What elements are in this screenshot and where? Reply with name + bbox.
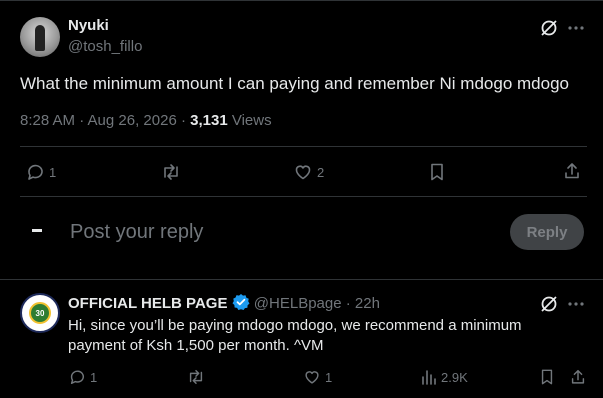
reply-icon	[68, 368, 86, 386]
views-icon	[421, 368, 437, 386]
reply-bookmark-action[interactable]	[539, 368, 555, 386]
author-avatar[interactable]	[20, 17, 60, 57]
reply-grok-icon[interactable]	[539, 294, 559, 314]
reply-author-name[interactable]: OFFICIAL HELB PAGE	[68, 295, 227, 312]
divider-meta	[20, 146, 587, 147]
like-count: 2	[317, 164, 325, 180]
reply-share-action[interactable]	[569, 368, 587, 386]
composer-avatar: ▬	[32, 224, 42, 235]
repost-action[interactable]	[160, 162, 182, 182]
reply-views-count: 2.9K	[441, 369, 468, 385]
reply-button[interactable]: Reply	[510, 214, 584, 250]
verified-badge-icon	[232, 293, 250, 311]
tweet-meta: 8:28 AM · Aug 26, 2026 · 3,131 Views	[20, 112, 272, 129]
views-label: Views	[227, 112, 272, 129]
reply-reply-count: 1	[90, 369, 98, 385]
like-icon	[293, 162, 313, 182]
share-icon	[562, 161, 582, 181]
reply-like-action[interactable]: 1	[303, 368, 332, 386]
reply-count: 1	[49, 164, 57, 180]
reply-header: OFFICIAL HELB PAGE @HELBpage · 22h	[68, 293, 380, 312]
helb-avatar[interactable]: 30	[20, 293, 60, 333]
top-divider	[0, 0, 603, 1]
bookmark-icon	[539, 368, 555, 386]
like-action[interactable]: 2	[293, 162, 324, 182]
divider-actions	[20, 196, 587, 197]
grok-icon[interactable]	[539, 18, 559, 38]
author-name[interactable]: Nyuki	[68, 17, 109, 34]
share-action[interactable]	[562, 161, 582, 181]
views-count: 3,131	[190, 112, 228, 129]
helb-logo-number: 30	[29, 302, 51, 324]
repost-icon	[160, 162, 182, 182]
bookmark-action[interactable]	[428, 162, 446, 182]
reply-input[interactable]: Post your reply	[70, 221, 203, 244]
reply-reply-action[interactable]: 1	[68, 368, 97, 386]
reply-like-count: 1	[325, 369, 333, 385]
tweet-text: What the minimum amount I can paying and…	[20, 74, 569, 93]
author-handle[interactable]: @tosh_fillo	[68, 38, 142, 55]
share-icon	[569, 368, 587, 386]
reply-author-handle[interactable]: @HELBpage	[254, 295, 342, 312]
reply-repost-action[interactable]	[186, 368, 206, 386]
reply-text: Hi, since you’ll be paying mdogo mdogo, …	[68, 317, 522, 354]
reply-more-icon[interactable]	[568, 302, 584, 306]
like-icon	[303, 368, 321, 386]
reply-icon	[25, 162, 45, 182]
reply-time[interactable]: · 22h	[346, 295, 380, 312]
bookmark-icon	[428, 162, 446, 182]
reply-views-action[interactable]: 2.9K	[421, 368, 468, 386]
reply-action[interactable]: 1	[25, 162, 56, 182]
divider-composer	[0, 279, 603, 280]
repost-icon	[186, 368, 206, 386]
tweet-timestamp[interactable]: 8:28 AM · Aug 26, 2026 ·	[20, 112, 190, 129]
more-icon[interactable]	[568, 26, 584, 30]
